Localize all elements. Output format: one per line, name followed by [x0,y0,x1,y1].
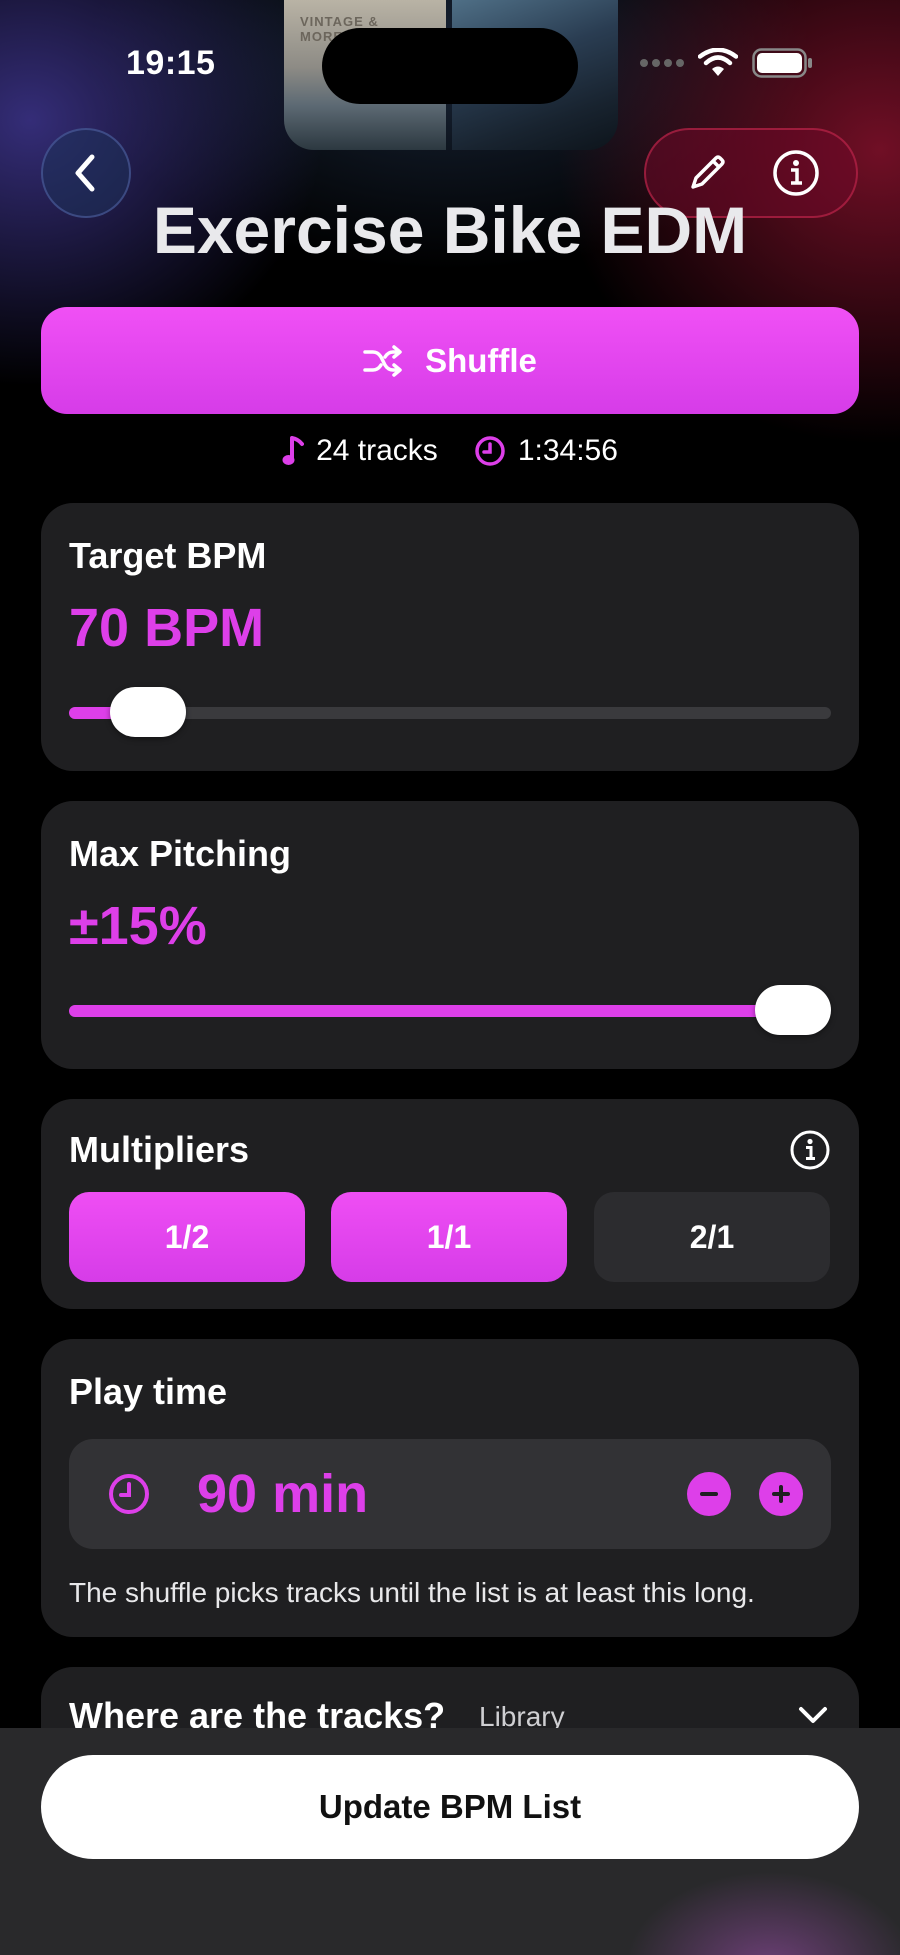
shuffle-label: Shuffle [425,341,537,379]
info-icon [790,1130,830,1170]
target-bpm-slider-thumb[interactable] [110,687,187,737]
track-count-label: 24 tracks [316,434,438,467]
multipliers-title: Multipliers [69,1129,250,1170]
target-bpm-value: 70 BPM [69,598,265,658]
playlist-duration: 1:34:56 [474,434,618,468]
clock-icon [109,1474,149,1514]
play-time-hint: The shuffle picks tracks until the list … [69,1577,755,1608]
page-title: Exercise Bike EDM [152,193,748,267]
decrease-button[interactable] [687,1472,731,1516]
multiplier-double-button[interactable]: 2/1 [594,1192,830,1282]
update-bpm-list-button[interactable]: Update BPM List [41,1755,859,1859]
play-time-title: Play time [69,1371,228,1412]
max-pitching-slider-thumb[interactable] [755,985,831,1035]
max-pitching-value: ±15% [69,896,207,956]
target-bpm-slider[interactable] [69,687,831,737]
track-count: 24 tracks [282,434,438,468]
play-time-stepper: 90 min [69,1439,831,1549]
max-pitching-title: Max Pitching [69,833,292,874]
multiplier-one-button[interactable]: 1/1 [331,1192,567,1282]
max-pitching-card: Max Pitching ±15% [41,801,859,1069]
target-bpm-card: Target BPM 70 BPM [41,503,859,771]
status-time: 19:15 [126,44,216,82]
duration-label: 1:34:56 [517,434,618,467]
playlist-meta: 24 tracks 1:34:56 [0,434,900,468]
increase-button[interactable] [759,1472,803,1516]
shuffle-button[interactable]: Shuffle [41,307,859,414]
play-time-card: Play time 90 min The shuffle picks track… [41,1339,859,1637]
multipliers-card: Multipliers 1/2 1/1 2/1 [41,1099,859,1309]
play-time-value: 90 min [197,1464,369,1524]
chevron-left-icon [75,154,95,192]
clock-icon [475,436,505,466]
battery-icon [752,48,812,78]
max-pitching-slider[interactable] [69,985,831,1035]
max-pitching-slider-fill [69,1005,793,1017]
chevron-down-icon [799,1707,827,1723]
signal-dots-icon [640,59,684,67]
shuffle-icon [363,344,402,377]
music-note-icon [282,436,305,465]
target-bpm-title: Target BPM [69,535,267,576]
multiplier-half-button[interactable]: 1/2 [69,1192,305,1282]
multipliers-info-button[interactable] [789,1129,831,1171]
pencil-icon [690,155,725,189]
info-icon [772,150,819,196]
minus-icon [700,1492,718,1496]
wifi-icon [698,48,738,76]
dynamic-island [322,28,578,104]
status-indicators [640,48,814,78]
plus-icon [772,1485,790,1503]
